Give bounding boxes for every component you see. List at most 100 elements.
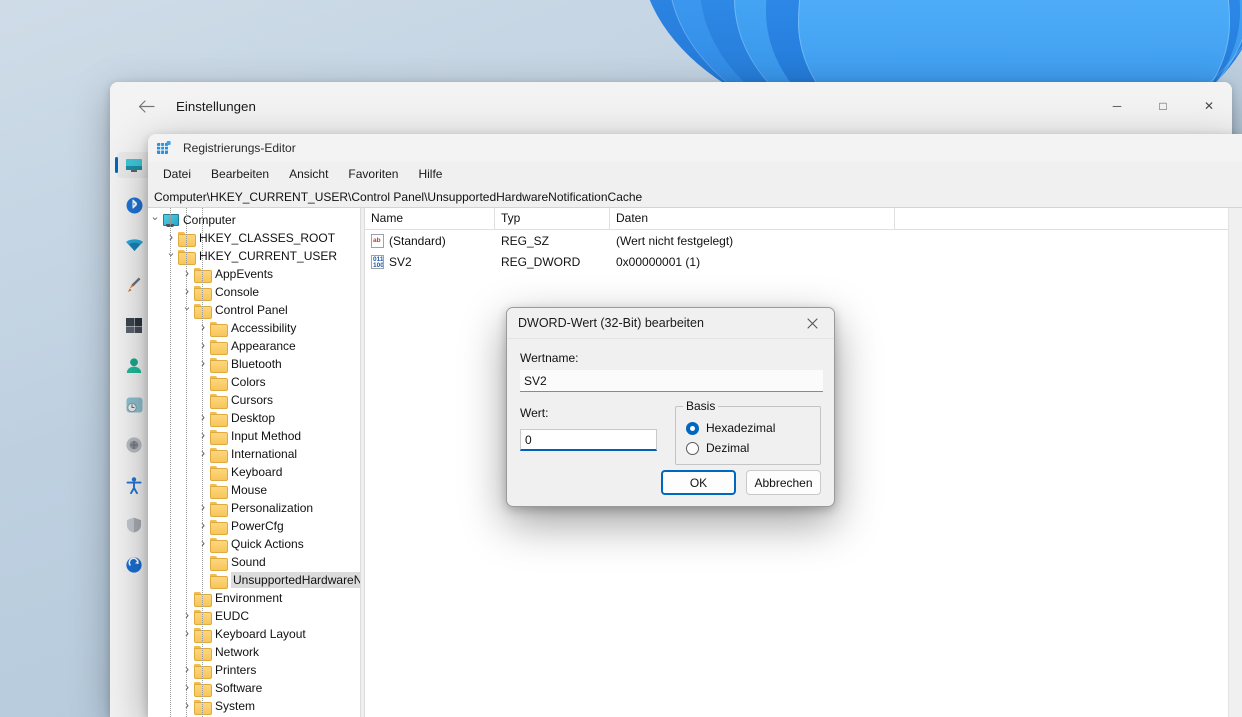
chevron-right-icon[interactable] [180,696,194,716]
edit-dword-dialog[interactable]: DWORD-Wert (32-Bit) bearbeiten Wertname:… [506,307,835,507]
chevron-right-icon[interactable] [180,660,194,680]
chevron-down-icon[interactable] [180,301,194,320]
chevron-right-icon[interactable] [196,534,210,554]
radio-hexadezimal[interactable]: Hexadezimal [686,418,820,438]
tree-item-bluetooth[interactable]: Bluetooth [148,355,360,373]
chevron-right-icon[interactable] [196,444,210,464]
sidebar-item-network-internet[interactable] [117,232,151,258]
dialog-titlebar[interactable]: DWORD-Wert (32-Bit) bearbeiten [507,308,834,339]
tree-item-hkey-classes-root[interactable]: HKEY_CLASSES_ROOT [148,229,360,247]
chevron-right-icon[interactable] [180,624,194,644]
tree-item-printers[interactable]: Printers [148,661,360,679]
chevron-right-icon[interactable] [196,354,210,374]
sidebar-item-time-language[interactable] [117,392,151,418]
menu-hilfe[interactable]: Hilfe [409,165,451,183]
sidebar-item-accessibility[interactable] [117,472,151,498]
tree-item-input-method[interactable]: Input Method [148,427,360,445]
list-scrollbar[interactable] [1228,208,1242,717]
chevron-right-icon[interactable] [196,336,210,356]
chevron-right-icon[interactable] [196,318,210,338]
tree-item-environment[interactable]: Environment [148,589,360,607]
tree-item-colors[interactable]: Colors [148,373,360,391]
registry-tree-view[interactable]: Computer HKEY_CLASSES_ROOT HKEY_CURRENT_US… [148,208,360,717]
sidebar-item-apps[interactable] [117,312,151,338]
chevron-right-icon[interactable] [196,426,210,446]
close-button[interactable]: ✕ [1186,82,1232,130]
tree-item-console[interactable]: Console [148,283,360,301]
chevron-down-icon[interactable] [164,247,178,266]
cell-daten: (Wert nicht festgelegt) [616,233,734,248]
radio-button-off-icon[interactable] [686,441,699,455]
regedit-menubar[interactable]: Datei Bearbeiten Ansicht Favoriten Hilfe [148,162,1242,186]
column-header-name[interactable]: Name [365,208,495,229]
close-icon[interactable] [790,308,834,339]
folder-icon [210,411,228,427]
tree-item-system[interactable]: System [148,697,360,715]
chevron-right-icon[interactable] [180,678,194,698]
tree-item-mouse[interactable]: Mouse [148,481,360,499]
tree-item-quick-actions[interactable]: Quick Actions [148,535,360,553]
table-row[interactable]: ab (Standard) REG_SZ (Wert nicht festgelegt… [365,230,1242,251]
chevron-down-icon[interactable] [148,211,162,230]
list-column-headers[interactable]: Name Typ Daten [365,208,1242,230]
tree-item-hkey-current-user[interactable]: HKEY_CURRENT_USER [148,247,360,265]
menu-ansicht[interactable]: Ansicht [280,165,337,183]
wertname-input[interactable] [520,370,823,392]
back-arrow-icon[interactable] [130,90,162,122]
string-value-icon: ab [371,233,384,248]
sidebar-item-gaming[interactable] [117,432,151,458]
wert-input[interactable] [520,429,657,451]
chevron-right-icon[interactable] [180,282,194,302]
radio-button-on-icon[interactable] [686,421,699,435]
maximize-button[interactable]: □ [1140,82,1186,130]
registry-address-bar[interactable]: Computer\HKEY_CURRENT_USER\Control Panel… [148,186,1242,208]
tree-item-powercfg[interactable]: PowerCfg [148,517,360,535]
folder-icon [210,447,228,463]
tree-item-unsupportedhardwaren[interactable]: UnsupportedHardwareN [148,571,360,589]
settings-titlebar[interactable]: Einstellungen ─ □ ✕ [110,82,1232,130]
regedit-titlebar[interactable]: Registrierungs-Editor [148,134,1242,162]
tree-item-software[interactable]: Software [148,679,360,697]
ok-button[interactable]: OK [661,470,736,495]
tree-item-sound[interactable]: Sound [148,553,360,571]
cell-daten: 0x00000001 (1) [616,254,701,269]
chevron-right-icon[interactable] [196,498,210,518]
tree-item-appearance[interactable]: Appearance [148,337,360,355]
sidebar-item-accounts[interactable] [117,352,151,378]
menu-favoriten[interactable]: Favoriten [339,165,407,183]
tree-item-label: Keyboard Layout [215,627,306,641]
chevron-right-icon[interactable] [196,516,210,536]
sidebar-item-personalization[interactable] [117,272,151,298]
tree-item-label: Desktop [231,411,276,425]
tree-item-desktop[interactable]: Desktop [148,409,360,427]
tree-item-international[interactable]: International [148,445,360,463]
table-row[interactable]: 011 100 SV2 REG_DWORD 0x00000001 (1) [365,251,1242,272]
tree-item-label: EUDC [215,609,250,623]
minimize-button[interactable]: ─ [1094,82,1140,130]
tree-item-control-panel[interactable]: Control Panel [148,301,360,319]
tree-item-personalization[interactable]: Personalization [148,499,360,517]
tree-item-cursors[interactable]: Cursors [148,391,360,409]
column-header-typ[interactable]: Typ [495,208,610,229]
tree-item-keyboard[interactable]: Keyboard [148,463,360,481]
menu-datei[interactable]: Datei [154,165,200,183]
chevron-right-icon[interactable] [180,606,194,626]
folder-icon [210,519,228,535]
tree-item-network[interactable]: Network [148,643,360,661]
sidebar-item-windows-update[interactable] [117,552,151,578]
sidebar-item-system[interactable] [115,152,151,178]
sidebar-item-bluetooth-devices[interactable] [117,192,151,218]
tree-item-keyboard-layout[interactable]: Keyboard Layout [148,625,360,643]
radio-dezimal[interactable]: Dezimal [686,438,820,458]
tree-item-accessibility[interactable]: Accessibility [148,319,360,337]
tree-item-eudc[interactable]: EUDC [148,607,360,625]
tree-item-appevents[interactable]: AppEvents [148,265,360,283]
menu-bearbeiten[interactable]: Bearbeiten [202,165,278,183]
tree-item-computer[interactable]: Computer [148,211,360,229]
chevron-right-icon[interactable] [196,408,210,428]
chevron-right-icon[interactable] [164,228,178,248]
cancel-button[interactable]: Abbrechen [746,470,821,495]
column-header-daten[interactable]: Daten [610,208,895,229]
chevron-right-icon[interactable] [180,264,194,284]
sidebar-item-privacy-security[interactable] [117,512,151,538]
